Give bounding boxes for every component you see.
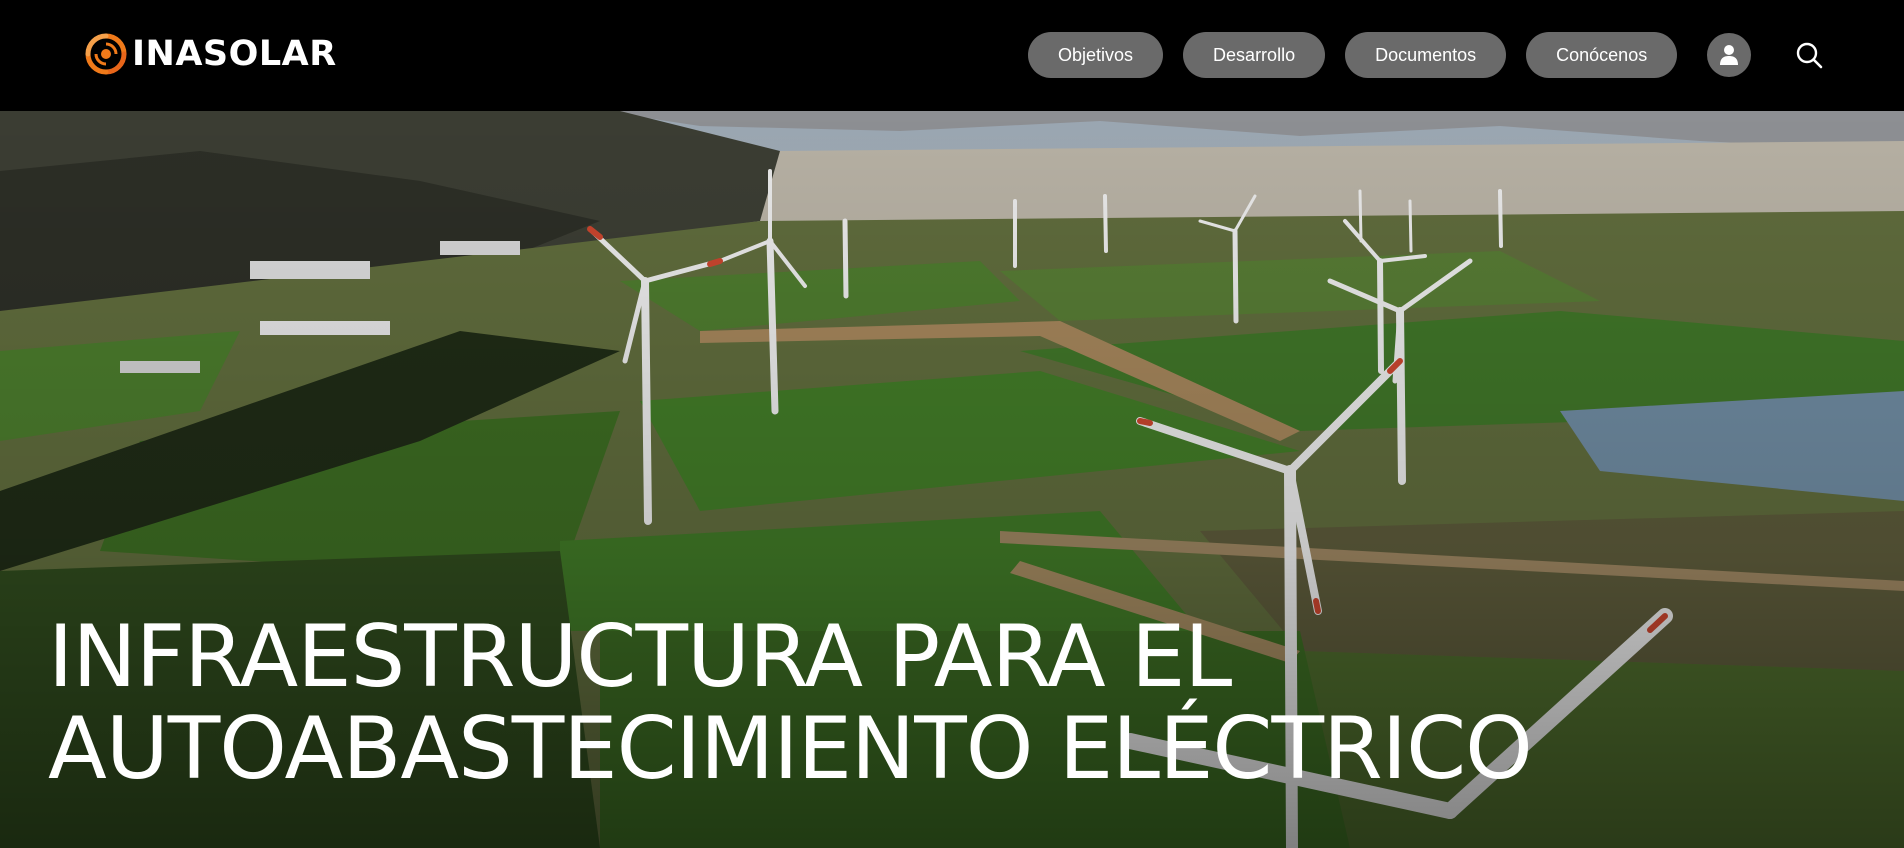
inasolar-logo-icon [85,33,127,75]
nav-desarrollo-button[interactable]: Desarrollo [1183,32,1326,78]
user-account-button[interactable] [1707,33,1751,77]
hero-title-line-2: AUTOABASTECIMIENTO ELÉCTRICO [48,699,1533,799]
hero-title: INFRAESTRUCTURA PARA EL AUTOABASTECIMIEN… [48,611,1848,795]
nav-documentos-button[interactable]: Documentos [1345,32,1507,78]
top-navigation-bar: INASOLAR Objetivos Desarrollo Documentos… [0,0,1904,111]
brand-logo[interactable]: INASOLAR [84,30,337,78]
main-nav: Objetivos Desarrollo Documentos Conóceno… [1028,32,1678,78]
nav-objetivos-button[interactable]: Objetivos [1028,32,1164,78]
nav-conocenos-button[interactable]: Conócenos [1526,32,1678,78]
search-button[interactable] [1792,38,1826,72]
hero-banner: INFRAESTRUCTURA PARA EL AUTOABASTECIMIEN… [0,111,1904,848]
hero-title-line-1: INFRAESTRUCTURA PARA EL [48,607,1232,707]
brand-name: INASOLAR [132,34,337,74]
user-icon [1720,45,1738,65]
search-icon [1796,42,1823,69]
